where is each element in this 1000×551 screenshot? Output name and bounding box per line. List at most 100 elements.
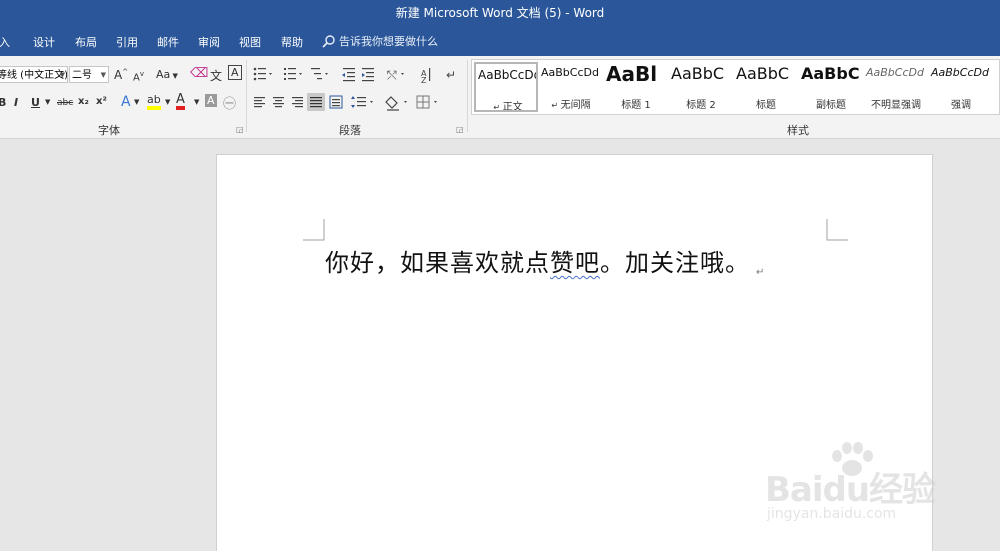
group-separator <box>246 60 247 132</box>
paragraph-row2 <box>254 93 437 111</box>
style-preview: AaBbCcDd <box>541 66 599 79</box>
tab-design[interactable]: 设计 <box>33 34 55 50</box>
font-size-combo[interactable]: 二号 ▼ <box>69 66 109 83</box>
style-no-spacing[interactable]: AaBbCcDd ↵ 无间隔 <box>539 62 603 112</box>
phonetic-guide-icon[interactable]: 文 <box>210 67 222 84</box>
chevron-down-icon: ▼ <box>100 71 106 79</box>
font-dialog-launcher-icon[interactable]: ◲ <box>236 125 244 134</box>
baidu-watermark: Baidu经验 jingyan.baidu.com <box>765 440 965 540</box>
chevron-down-icon[interactable]: ▼ <box>134 98 139 106</box>
font-color-icon[interactable]: A <box>176 93 185 110</box>
borders-icon[interactable] <box>416 95 437 109</box>
svg-text:↵: ↵ <box>446 68 456 82</box>
change-case-button[interactable]: Aa ▼ <box>156 68 178 81</box>
style-name: 强调 <box>951 100 971 111</box>
style-subtle-emphasis[interactable]: AaBbCcDd 不明显强调 <box>864 62 928 112</box>
bold-button[interactable]: B <box>0 96 6 109</box>
chevron-down-icon: ▼ <box>59 71 65 79</box>
style-title[interactable]: AaBbC 标题 <box>734 62 798 112</box>
search-icon <box>322 35 335 48</box>
style-name: 标题 <box>756 100 776 111</box>
style-preview: AaBbCcDd <box>478 68 538 82</box>
style-heading-1[interactable]: AaBl 标题 1 <box>604 62 668 112</box>
change-case-glyph: Aa <box>156 68 171 81</box>
document-paragraph[interactable]: 你好，如果喜欢就点赞吧。加关注哦。 ↵ <box>325 243 765 278</box>
ribbon: 等线 (中文正文) ▼ 二号 ▼ A^ Av Aa ▼ ⌫ 文 A B I U ▼ … <box>0 56 1000 139</box>
char-shading-icon[interactable]: A <box>205 94 217 107</box>
enclose-char-icon[interactable]: ㊀ <box>223 93 236 112</box>
tab-layout[interactable]: 布局 <box>75 34 97 50</box>
shrink-font-glyph: A <box>133 72 140 84</box>
clear-formatting-icon[interactable]: ⌫ <box>190 66 208 81</box>
highlight-icon[interactable]: ab <box>147 93 161 110</box>
margin-corner-top-left <box>303 219 325 241</box>
tab-insert[interactable]: 插入 <box>0 34 10 50</box>
sort-icon[interactable]: A Z <box>421 68 431 85</box>
justify-icon[interactable] <box>307 93 325 111</box>
asian-layout-icon[interactable]: ⤲ <box>386 68 404 82</box>
style-name-text: 正文 <box>502 102 523 112</box>
align-center-icon[interactable] <box>273 97 284 108</box>
subscript-button[interactable]: x₂ <box>78 96 89 107</box>
paragraph-row1: ⤲ A Z ↵ <box>253 67 456 85</box>
show-marks-icon[interactable]: ↵ <box>446 68 456 82</box>
text-effects-icon[interactable]: A <box>121 94 131 110</box>
style-preview: AaBbC <box>671 64 725 83</box>
styles-group-label: 样式 <box>787 124 809 137</box>
style-preview: AaBbCcDd <box>931 66 989 79</box>
chevron-down-icon[interactable]: ▼ <box>45 98 50 106</box>
style-preview: AaBl <box>606 62 658 86</box>
distributed-icon[interactable] <box>329 95 343 109</box>
font-name-combo[interactable]: 等线 (中文正文) ▼ <box>0 66 68 83</box>
decrease-indent-icon[interactable] <box>342 68 355 82</box>
style-name-text: 无间隔 <box>560 100 591 111</box>
font-group-label: 字体 <box>98 124 120 137</box>
style-normal[interactable]: AaBbCcDd ↵ 正文 <box>474 62 538 112</box>
superscript-button[interactable]: x² <box>96 96 107 107</box>
tell-me-box[interactable]: 告诉我你想要做什么 <box>322 33 438 49</box>
numbering-icon[interactable] <box>284 68 302 80</box>
font-name-value: 等线 (中文正文) <box>0 70 68 81</box>
spellcheck-flagged-text[interactable]: 赞吧 <box>550 249 600 277</box>
shading-icon[interactable] <box>385 96 407 111</box>
line-spacing-icon[interactable] <box>351 96 373 108</box>
style-subtitle[interactable]: AaBbC 副标题 <box>799 62 863 112</box>
char-border-icon[interactable]: A <box>228 65 242 80</box>
bullets-icon[interactable] <box>253 67 272 81</box>
grow-font-glyph: A <box>114 68 123 82</box>
underline-button[interactable]: U <box>31 96 40 109</box>
tab-mailings[interactable]: 邮件 <box>157 34 179 50</box>
chevron-down-icon[interactable]: ▼ <box>194 98 199 106</box>
paragraph-group-label: 段落 <box>339 124 361 137</box>
tab-references[interactable]: 引用 <box>116 34 138 50</box>
grow-font-button[interactable]: A^ <box>114 68 128 82</box>
font-size-value: 二号 <box>72 70 92 81</box>
style-heading-2[interactable]: AaBbC 标题 2 <box>669 62 733 112</box>
paragraph-mark: ↵ <box>756 267 766 278</box>
style-preview: AaBbCcDd <box>866 66 924 79</box>
increase-indent-icon[interactable] <box>362 68 374 82</box>
multilevel-list-icon[interactable] <box>311 68 328 80</box>
strikethrough-button[interactable]: abc <box>57 98 73 108</box>
document-text: 你好，如果喜欢就点 <box>325 249 550 277</box>
style-preview: AaBbC <box>801 64 860 83</box>
style-emphasis[interactable]: AaBbCcDd 强调 <box>929 62 993 112</box>
chevron-down-icon[interactable]: ▼ <box>165 98 170 106</box>
window-title: 新建 Microsoft Word 文档 (5) - Word <box>395 6 605 20</box>
shrink-font-button[interactable]: Av <box>133 70 144 83</box>
style-name: 标题 2 <box>686 100 716 111</box>
paragraph-dialog-launcher-icon[interactable]: ◲ <box>456 125 464 134</box>
tab-help[interactable]: 帮助 <box>281 34 303 50</box>
align-right-icon[interactable] <box>292 97 303 108</box>
styles-gallery: AaBbCcDd ↵ 正文 AaBbCcDd ↵ 无间隔 AaBl 标题 1 A… <box>471 59 1000 115</box>
svg-text:⤲: ⤲ <box>386 68 397 82</box>
title-bar: 新建 Microsoft Word 文档 (5) - Word 插入 设计 布局… <box>0 0 1000 56</box>
group-separator <box>467 60 468 132</box>
tab-review[interactable]: 审阅 <box>198 34 220 50</box>
watermark-url: jingyan.baidu.com <box>767 506 897 522</box>
style-name: 不明显强调 <box>871 100 921 111</box>
tab-view[interactable]: 视图 <box>239 34 261 50</box>
italic-button[interactable]: I <box>14 96 18 109</box>
align-left-icon[interactable] <box>254 97 265 108</box>
style-name: 标题 1 <box>621 100 651 111</box>
